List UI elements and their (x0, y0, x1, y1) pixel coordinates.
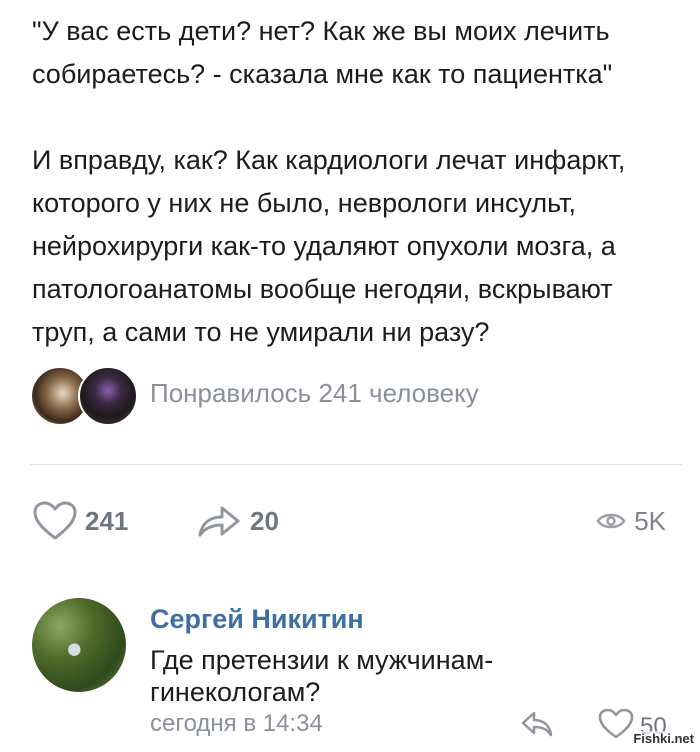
views-count: 5K (634, 505, 666, 536)
share-icon (196, 501, 242, 541)
divider (30, 464, 682, 465)
liker-avatar[interactable] (78, 366, 138, 426)
comment-author-name[interactable]: Сергей Никитин (150, 604, 364, 635)
comment-text: Где претензии к мужчинам-гинекологам? (150, 645, 494, 707)
views-counter: 5K (596, 496, 666, 546)
share-count: 20 (250, 505, 279, 536)
comment-author-avatar[interactable] (32, 598, 126, 692)
share-button[interactable]: 20 (196, 496, 279, 546)
post-paragraph-body: И вправду, как? Как кардиологи лечат инф… (32, 145, 626, 347)
comment: Сергей Никитин Где претензии к мужчинам-… (32, 598, 692, 752)
post-text: "У вас есть дети? нет? Как же вы моих ле… (32, 10, 682, 354)
reply-button[interactable] (520, 708, 554, 745)
likers-count-text[interactable]: Понравилось 241 человеку (150, 378, 479, 409)
eye-icon (596, 510, 626, 532)
heart-icon (33, 501, 77, 541)
post-paragraph-quote: "У вас есть дети? нет? Как же вы моих ле… (32, 16, 613, 89)
heart-icon (598, 708, 634, 745)
comment-timestamp[interactable]: сегодня в 14:34 (150, 710, 323, 738)
post-actions: 241 20 5K (0, 496, 700, 546)
likers-row[interactable]: Понравилось 241 человеку (30, 366, 670, 426)
reply-icon (520, 711, 554, 744)
like-count: 241 (85, 505, 129, 536)
watermark: Fishki.net (631, 731, 696, 746)
like-button[interactable]: 241 (33, 496, 128, 546)
